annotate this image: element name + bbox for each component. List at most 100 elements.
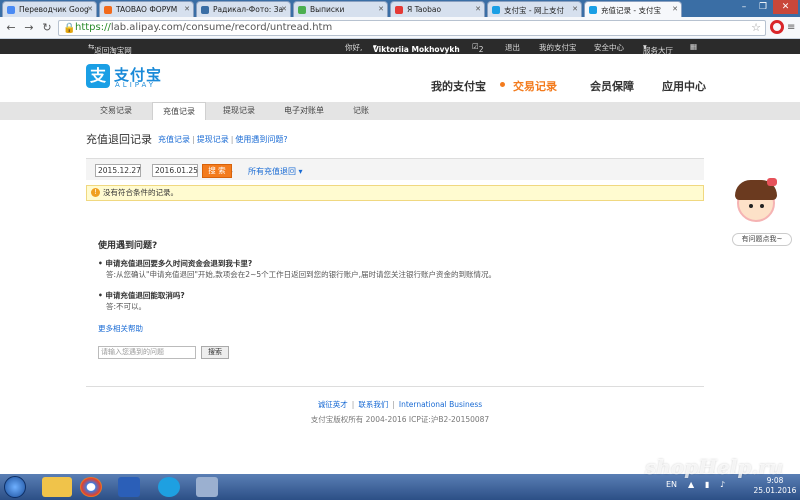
greeting: 你好, [345, 43, 363, 52]
faq-question: • 申请充值退回要多久时间资金会退到我卡里? [98, 259, 253, 268]
bow-icon [767, 178, 777, 186]
user-name[interactable]: Viktoriia Mokhovykh ▾ [373, 42, 460, 54]
logout-link[interactable]: 退出 [505, 42, 520, 53]
network-icon[interactable]: ▮ [705, 480, 709, 489]
footer-links: 诚征英才 | 联系我们 | International Business [317, 400, 483, 409]
copyright: 支付宝版权所有 2004-2016 ICP证:沪B2-20150087 [310, 415, 490, 424]
tab-e-statement[interactable]: 电子对账单 [274, 102, 334, 120]
topup-records-link[interactable]: 充值记录 [158, 135, 190, 144]
date-to-input[interactable]: 2016.01.25 [152, 164, 198, 177]
bank-icon [298, 6, 306, 14]
tab-topup-records[interactable]: 充值记录 [152, 102, 206, 120]
language-indicator[interactable]: EN [666, 480, 677, 489]
opera-icon[interactable] [770, 20, 784, 34]
alipay-icon [589, 6, 597, 14]
reload-icon[interactable]: ↻ [39, 20, 55, 36]
nav-app-center[interactable]: 应用中心 [662, 78, 706, 94]
faq-answer: 答:不可以。 [106, 302, 147, 311]
browser-tab[interactable]: Переводчик Goog ✕ [2, 1, 97, 17]
browser-tab[interactable]: 支付宝 - 网上支付 ✕ [487, 1, 582, 17]
bookmark-star-icon[interactable]: ☆ [751, 21, 761, 35]
tray-arrow-icon[interactable]: ▲ [688, 480, 694, 489]
explorer-icon[interactable] [42, 477, 72, 497]
browser-tab[interactable]: Радикал-Фото: За ✕ [196, 1, 291, 17]
windows-start-icon[interactable] [4, 476, 26, 498]
active-dot-icon [500, 82, 505, 87]
browser-tab[interactable]: TAOBAO ФОРУМ ✕ [99, 1, 194, 17]
yandex-icon [395, 6, 403, 14]
search-button[interactable]: 搜 索 [202, 164, 232, 178]
helper-label[interactable]: 有问题点我~ [732, 233, 792, 246]
no-records-notice: ! 没有符合条件的记录。 [86, 185, 704, 201]
clock[interactable]: 9:08 25.01.2016 [752, 476, 798, 496]
maximize-icon[interactable]: ❐ [754, 0, 772, 14]
volume-icon[interactable]: ♪ [720, 480, 725, 489]
forum-icon [104, 6, 112, 14]
help-search-input[interactable]: 请输入您遇到的问题 [98, 346, 196, 359]
message-count[interactable]: ☑ 2 [472, 42, 484, 54]
eye-icon [760, 204, 764, 208]
close-tab-icon[interactable]: ✕ [378, 5, 384, 13]
watermark: shopHelp.ru [645, 455, 784, 479]
browser-tab-active[interactable]: 充值记录 - 支付宝 ✕ [584, 1, 682, 17]
minimize-icon[interactable]: – [735, 0, 753, 14]
faq-question: • 申请充值退回能取消吗? [98, 291, 185, 300]
close-tab-icon[interactable]: ✕ [281, 5, 287, 13]
my-alipay-link[interactable]: 我的支付宝 [539, 42, 577, 53]
radikal-icon [201, 6, 209, 14]
menu-grid-icon[interactable]: ▦ [690, 42, 697, 51]
tab-withdraw-records[interactable]: 提现记录 [213, 102, 265, 120]
paint-icon[interactable] [196, 477, 218, 497]
back-icon[interactable]: ← [3, 20, 19, 36]
security-center-link[interactable]: 安全中心 [594, 42, 624, 53]
footer-divider [86, 386, 704, 387]
close-tab-icon[interactable]: ✕ [184, 5, 190, 13]
close-tab-icon[interactable]: ✕ [475, 5, 481, 13]
careers-link[interactable]: 诚征英才 [318, 400, 348, 409]
close-tab-icon[interactable]: ✕ [572, 5, 578, 13]
alipay-logo-icon[interactable]: 支 [86, 64, 110, 88]
address-bar: ← → ↻ 🔒 https://lab.alipay.com/consume/r… [0, 17, 800, 39]
nav-transactions[interactable]: 交易记录 [513, 78, 557, 94]
close-tab-icon[interactable]: ✕ [672, 5, 678, 13]
refund-type-dropdown[interactable]: 所有充值退回 ▾ [248, 166, 303, 177]
helper-avatar[interactable] [733, 178, 779, 228]
browser-tab[interactable]: Выписки ✕ [293, 1, 388, 17]
word-icon[interactable] [118, 477, 140, 497]
nav-my-alipay[interactable]: 我的支付宝 [431, 78, 486, 94]
nav-member-protection[interactable]: 会员保障 [590, 78, 634, 94]
browser-tab[interactable]: Я Taobao ✕ [390, 1, 485, 17]
service-hall-link[interactable]: 服务大厅 ▾ [643, 42, 673, 55]
help-link[interactable]: 使用遇到问题? [235, 135, 287, 144]
forward-icon[interactable]: → [21, 20, 37, 36]
withdraw-records-link[interactable]: 提现记录 [197, 135, 229, 144]
international-link[interactable]: International Business [399, 400, 482, 409]
browser-menu-icon[interactable]: ≡ [787, 22, 795, 33]
help-title: 使用遇到问题? [98, 241, 158, 251]
contact-link[interactable]: 联系我们 [358, 400, 388, 409]
close-window-icon[interactable]: ✕ [773, 0, 798, 14]
help-search-button[interactable]: 搜索 [201, 346, 229, 359]
title-links: 充值记录 | 提现记录 | 使用遇到问题? [158, 135, 288, 144]
url-input[interactable]: 🔒 https://lab.alipay.com/consume/record/… [58, 20, 766, 36]
tab-bookkeeping[interactable]: 记账 [343, 102, 379, 120]
back-to-taobao-link[interactable]: ⇆ 返回淘宝网 [88, 42, 132, 55]
site-header: 支 支付宝 ALIPAY 我的支付宝 交易记录 会员保障 应用中心 [0, 54, 800, 102]
eye-icon [749, 204, 753, 208]
alipay-top-bar: ⇆ 返回淘宝网 你好, Viktoriia Mokhovykh ▾ ☑ 2 退出… [0, 39, 800, 55]
browser-tab-strip: Переводчик Goog ✕ TAOBAO ФОРУМ ✕ Радикал-Ф… [0, 0, 800, 17]
google-translate-icon [7, 6, 15, 14]
close-tab-icon[interactable]: ✕ [87, 5, 93, 13]
sub-nav: 交易记录 充值记录 提现记录 电子对账单 记账 [0, 102, 800, 120]
chrome-icon[interactable] [80, 477, 102, 497]
filter-bar: 2015.12.27 - 2016.01.25 搜 索 所有充值退回 ▾ [86, 158, 704, 180]
warning-icon: ! [91, 188, 100, 197]
skype-icon[interactable] [158, 477, 180, 497]
more-help-link[interactable]: 更多相关帮助 [98, 323, 143, 334]
alipay-icon [492, 6, 500, 14]
date-from-input[interactable]: 2015.12.27 [95, 164, 141, 177]
faq-answer: 答:从您确认"申请充值退回"开始,款项会在2~5个工作日返回到您的银行账户,届时… [106, 270, 497, 279]
page-title: 充值退回记录 [86, 133, 152, 146]
tab-transaction-records[interactable]: 交易记录 [90, 102, 142, 120]
logo-subtext: ALIPAY [115, 81, 157, 89]
